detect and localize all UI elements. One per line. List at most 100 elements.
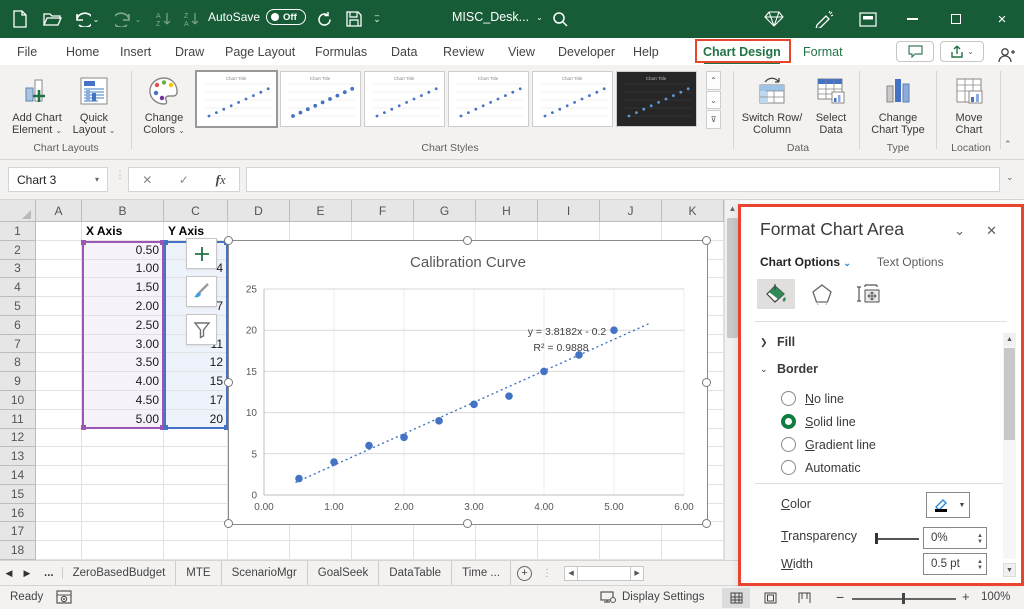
cell[interactable]: 1.50 [82, 278, 164, 298]
maximize-button[interactable] [934, 0, 978, 38]
tab-review[interactable]: Review [440, 38, 487, 65]
fill-line-icon[interactable] [757, 279, 795, 309]
row-header-16[interactable]: 16 [0, 503, 36, 523]
row-header-1[interactable]: 1 [0, 222, 36, 241]
chart-style-thumb-3[interactable]: Chart Title [364, 71, 445, 127]
radio-circle[interactable] [781, 437, 796, 452]
cell[interactable] [164, 522, 228, 542]
row-header-4[interactable]: 4 [0, 278, 36, 298]
cell[interactable] [228, 222, 290, 241]
hscroll-left-icon[interactable]: ◀ [564, 565, 579, 581]
zoom-slider-thumb[interactable] [902, 593, 905, 604]
cell[interactable]: 3.00 [82, 334, 164, 354]
row-header-14[interactable]: 14 [0, 466, 36, 485]
tab-data[interactable]: Data [388, 38, 420, 65]
cell[interactable]: 3.50 [82, 353, 164, 373]
zoom-level[interactable]: 100% [981, 591, 1010, 603]
row-header-3[interactable]: 3 [0, 259, 36, 279]
comment-button[interactable] [896, 41, 934, 62]
cell[interactable] [36, 259, 82, 279]
cell[interactable] [36, 315, 82, 335]
cell[interactable] [476, 222, 538, 241]
cell[interactable] [36, 484, 82, 504]
size-properties-icon[interactable] [849, 279, 887, 309]
cell[interactable] [352, 222, 414, 241]
cell[interactable] [36, 522, 82, 542]
page-break-view-button[interactable] [790, 588, 818, 608]
sheet-overflow[interactable]: ... [36, 567, 63, 579]
row-header-7[interactable]: 7 [0, 334, 36, 354]
cell[interactable] [36, 409, 82, 429]
chart-elements-button[interactable] [186, 238, 217, 269]
tab-formulas[interactable]: Formulas [312, 38, 370, 65]
cell[interactable] [36, 541, 82, 561]
cell[interactable] [538, 541, 600, 561]
cell[interactable] [290, 541, 352, 561]
sheet-tab-time[interactable]: Time ... [452, 560, 512, 586]
transparency-slider[interactable] [875, 533, 919, 544]
formula-bar-expand-icon[interactable]: ⌄ [1006, 172, 1014, 183]
width-input[interactable]: 0.5 pt ▲ ▼ [923, 553, 987, 575]
sync-icon[interactable] [312, 7, 336, 31]
cell[interactable]: 0.50 [82, 240, 164, 260]
macro-record-icon[interactable] [56, 590, 72, 607]
radio-no-line[interactable]: No line [781, 391, 844, 406]
new-file-icon[interactable] [8, 7, 32, 31]
radio-circle[interactable] [781, 414, 796, 429]
cell[interactable]: 1.00 [82, 259, 164, 279]
tab-view[interactable]: View [505, 38, 538, 65]
panel-close-icon[interactable]: ✕ [986, 223, 997, 239]
sheet-nav-right-icon[interactable]: ▶ [18, 568, 36, 579]
cell[interactable] [164, 484, 228, 504]
draw-pen-icon[interactable] [812, 7, 836, 31]
cell[interactable] [662, 222, 724, 241]
row-header-6[interactable]: 6 [0, 315, 36, 335]
ribbon-display-options-icon[interactable] [856, 7, 880, 31]
cell[interactable] [36, 334, 82, 354]
cell[interactable]: X Axis [82, 222, 164, 241]
sheet-tab-scenariomgr[interactable]: ScenarioMgr [222, 560, 308, 586]
gallery-up-icon[interactable]: ⌃ [706, 71, 721, 90]
cell[interactable] [600, 222, 662, 241]
chart-selection-handle[interactable] [702, 377, 711, 387]
border-color-picker[interactable]: ▼ [926, 492, 970, 518]
change-colors-button[interactable]: Change Colors ⌄ [138, 69, 190, 149]
cell[interactable] [36, 391, 82, 410]
horizontal-scrollbar[interactable]: ◀ ▶ [564, 565, 645, 581]
row-header-12[interactable]: 12 [0, 428, 36, 448]
chart-selection-handle[interactable] [224, 377, 233, 387]
select-data-button[interactable]: Select Data [806, 69, 856, 149]
premium-diamond-icon[interactable] [762, 7, 786, 31]
cancel-icon[interactable]: ✕ [142, 173, 152, 187]
tab-draw[interactable]: Draw [172, 38, 207, 65]
radio-automatic[interactable]: Automatic [781, 460, 861, 475]
page-layout-view-button[interactable] [756, 588, 784, 608]
col-header-K[interactable]: K [662, 200, 724, 222]
cell[interactable] [290, 222, 352, 241]
new-sheet-button[interactable]: + [517, 565, 533, 581]
tab-help[interactable]: Help [630, 38, 662, 65]
col-header-D[interactable]: D [228, 200, 290, 222]
cell[interactable] [82, 484, 164, 504]
sheet-tab-mte[interactable]: MTE [176, 560, 222, 586]
tab-file[interactable]: File [14, 38, 40, 65]
cell[interactable]: 4.00 [82, 372, 164, 391]
customize-toolbar-icon[interactable]: ⌄ – [370, 7, 384, 31]
cell[interactable] [82, 428, 164, 448]
cell[interactable] [36, 353, 82, 373]
cell[interactable]: 17 [164, 391, 228, 410]
radio-circle[interactable] [781, 391, 796, 406]
cell[interactable] [36, 447, 82, 467]
cell[interactable] [36, 372, 82, 391]
cell[interactable]: 12 [164, 353, 228, 373]
tab-home[interactable]: Home [63, 38, 102, 65]
tab-page-layout[interactable]: Page Layout [222, 38, 298, 65]
row-header-10[interactable]: 10 [0, 391, 36, 410]
row-header-13[interactable]: 13 [0, 447, 36, 467]
row-header-2[interactable]: 2 [0, 240, 36, 260]
vscroll-thumb[interactable] [727, 218, 738, 338]
cell[interactable] [82, 541, 164, 561]
row-header-5[interactable]: 5 [0, 297, 36, 316]
col-header-J[interactable]: J [600, 200, 662, 222]
width-spin-icons[interactable]: ▲ ▼ [977, 554, 983, 576]
